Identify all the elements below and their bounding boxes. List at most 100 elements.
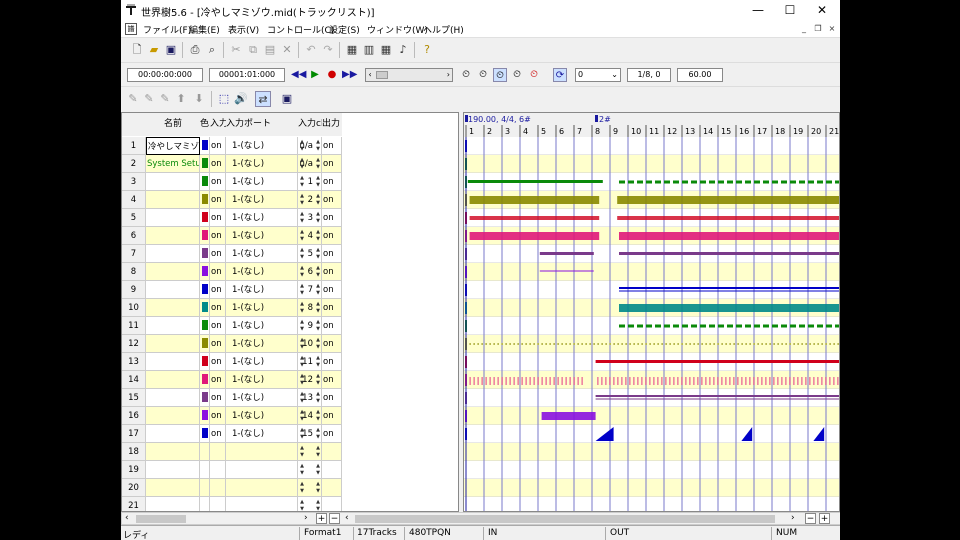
track-number[interactable]: 5	[122, 209, 146, 227]
track-port-cell[interactable]: 1-(なし)	[226, 245, 298, 263]
track-port-cell[interactable]: 1-(なし)	[226, 281, 298, 299]
track-name-cell[interactable]	[146, 263, 200, 281]
track-output-cell[interactable]: on	[322, 317, 342, 335]
copy-icon[interactable]: ⧉	[245, 42, 261, 58]
print-preview-icon[interactable]: ⌕	[204, 42, 220, 58]
track-input-cell[interactable]: on	[210, 155, 226, 173]
track-name-cell[interactable]	[146, 227, 200, 245]
track-color-cell[interactable]	[200, 209, 210, 227]
track-ch-cell[interactable]: ▲ ▼ ▲ ▼	[298, 479, 322, 497]
cut-icon[interactable]: ✂	[228, 42, 244, 58]
track-row[interactable]: 1冷やしマミゾウon1-(なし)▲▼n/a▲▼on	[122, 137, 458, 155]
track-output-cell[interactable]: on	[322, 371, 342, 389]
track-number[interactable]: 3	[122, 173, 146, 191]
menu-file[interactable]: ファイル(F)	[143, 23, 191, 36]
track-row[interactable]: 13 on 1-(なし) ▲ ▼ 11 ▲ ▼ on	[122, 353, 458, 371]
piano-roll-icon[interactable]: ▥	[361, 42, 377, 58]
help-icon[interactable]: ?	[419, 42, 435, 58]
minimize-button[interactable]: —	[742, 0, 774, 20]
track-ch-cell[interactable]: ▲ ▼ 3 ▲ ▼	[298, 209, 322, 227]
track-output-cell[interactable]: on	[322, 353, 342, 371]
track-name-cell[interactable]	[146, 371, 200, 389]
col-zoom-out-icon[interactable]: −	[329, 513, 340, 524]
auto-punch-icon[interactable]: ⏲	[527, 68, 541, 82]
spin-icon[interactable]: ▲ ▼	[315, 265, 321, 279]
track-number[interactable]: 21	[122, 497, 146, 511]
track-port-cell[interactable]: 1-(なし)	[226, 389, 298, 407]
track-input-cell[interactable]	[210, 461, 226, 479]
track-ch-cell[interactable]: ▲ ▼ 10 ▲ ▼	[298, 335, 322, 353]
track-port-cell[interactable]: 1-(なし)	[226, 335, 298, 353]
track-ch-cell[interactable]: ▲ ▼ 14 ▲ ▼	[298, 407, 322, 425]
spin-icon[interactable]: ▲ ▼	[299, 409, 305, 423]
track-input-cell[interactable]: on	[210, 317, 226, 335]
track-input-cell[interactable]: on	[210, 299, 226, 317]
track-name-cell[interactable]	[146, 209, 200, 227]
roll-scroll-thumb[interactable]	[355, 515, 775, 523]
spin-icon[interactable]: ▲ ▼	[299, 265, 305, 279]
spin-icon[interactable]: ▲ ▼	[299, 355, 305, 369]
maximize-button[interactable]: ☐	[774, 0, 806, 20]
track-output-cell[interactable]: on	[322, 299, 342, 317]
track-port-cell[interactable]: 1-(なし)	[226, 155, 298, 173]
track-input-cell[interactable]: on	[210, 227, 226, 245]
spin-icon[interactable]: ▲ ▼	[299, 301, 305, 315]
track-row[interactable]: 7 on 1-(なし) ▲ ▼ 5 ▲ ▼ on	[122, 245, 458, 263]
track-row[interactable]: 4 on 1-(なし) ▲ ▼ 2 ▲ ▼ on	[122, 191, 458, 209]
track-output-cell[interactable]	[322, 443, 342, 461]
mdi-restore-icon[interactable]: ❐	[812, 23, 824, 35]
record-mode-icon[interactable]: ⏲	[510, 68, 524, 82]
spin-icon[interactable]: ▲ ▼	[299, 499, 305, 511]
track-ch-cell[interactable]: ▲ ▼ 12 ▲ ▼	[298, 371, 322, 389]
track-input-cell[interactable]: on	[210, 425, 226, 443]
track-number[interactable]: 13	[122, 353, 146, 371]
track-row[interactable]: 12 on 1-(なし) ▲ ▼ 10 ▲ ▼ on	[122, 335, 458, 353]
track-ch-cell[interactable]: ▲ ▼ ▲ ▼	[298, 461, 322, 479]
track-name-cell[interactable]	[146, 299, 200, 317]
header-input-port[interactable]: 入力ポート	[226, 113, 298, 136]
spin-icon[interactable]: ▲ ▼	[299, 337, 305, 351]
track-list-icon[interactable]: ▦	[344, 42, 360, 58]
roll-scroll-left-icon[interactable]: ‹	[345, 513, 349, 523]
track-number[interactable]: 9	[122, 281, 146, 299]
track-input-cell[interactable]: on	[210, 137, 226, 155]
record-icon[interactable]: ●	[325, 68, 339, 82]
track-name-cell[interactable]	[146, 389, 200, 407]
save-icon[interactable]: ▣	[163, 42, 179, 58]
track-input-cell[interactable]: on	[210, 353, 226, 371]
spin-icon[interactable]: ▲ ▼	[315, 427, 321, 441]
track-overview[interactable]: 1234567891011121314151617181920212223242…	[463, 112, 840, 512]
track-port-cell[interactable]: 1-(なし)	[226, 209, 298, 227]
track-row[interactable]: 14 on 1-(なし) ▲ ▼ 12 ▲ ▼ on	[122, 371, 458, 389]
track-row[interactable]: 8 on 1-(なし) ▲ ▼ 6 ▲ ▼ on	[122, 263, 458, 281]
track-number[interactable]: 18	[122, 443, 146, 461]
down-arrow-icon[interactable]: ⬇	[191, 91, 207, 107]
close-button[interactable]: ✕	[806, 0, 838, 20]
track-name-cell[interactable]	[146, 281, 200, 299]
spin-icon[interactable]: ▲ ▼	[315, 229, 321, 243]
track-output-cell[interactable]	[322, 461, 342, 479]
spin-icon[interactable]: ▲ ▼	[299, 211, 305, 225]
spin-icon[interactable]: ▲ ▼	[315, 355, 321, 369]
metronome-icon[interactable]: ⏲	[459, 68, 473, 82]
track-color-cell[interactable]	[200, 371, 210, 389]
track-color-cell[interactable]	[200, 425, 210, 443]
menu-settings[interactable]: 設定(S)	[329, 23, 360, 36]
track-row[interactable]: 19 ▲ ▼ ▲ ▼	[122, 461, 458, 479]
track-port-cell[interactable]	[226, 443, 298, 461]
spin-icon[interactable]: ▲ ▼	[315, 157, 321, 171]
track-name-cell[interactable]	[146, 245, 200, 263]
track-color-cell[interactable]	[200, 443, 210, 461]
track-input-cell[interactable]: on	[210, 245, 226, 263]
track-number[interactable]: 4	[122, 191, 146, 209]
track-name-cell[interactable]	[146, 407, 200, 425]
track-port-cell[interactable]: 1-(なし)	[226, 299, 298, 317]
track-row[interactable]: 18 ▲ ▼ ▲ ▼	[122, 443, 458, 461]
slider-right-icon[interactable]: ›	[447, 69, 450, 81]
track-input-cell[interactable]: on	[210, 191, 226, 209]
track-color-cell[interactable]	[200, 407, 210, 425]
loop-icon[interactable]: ⟳	[553, 68, 567, 82]
track-number[interactable]: 16	[122, 407, 146, 425]
track-number[interactable]: 20	[122, 479, 146, 497]
event-filter-icon[interactable]: ⇄	[255, 91, 271, 107]
